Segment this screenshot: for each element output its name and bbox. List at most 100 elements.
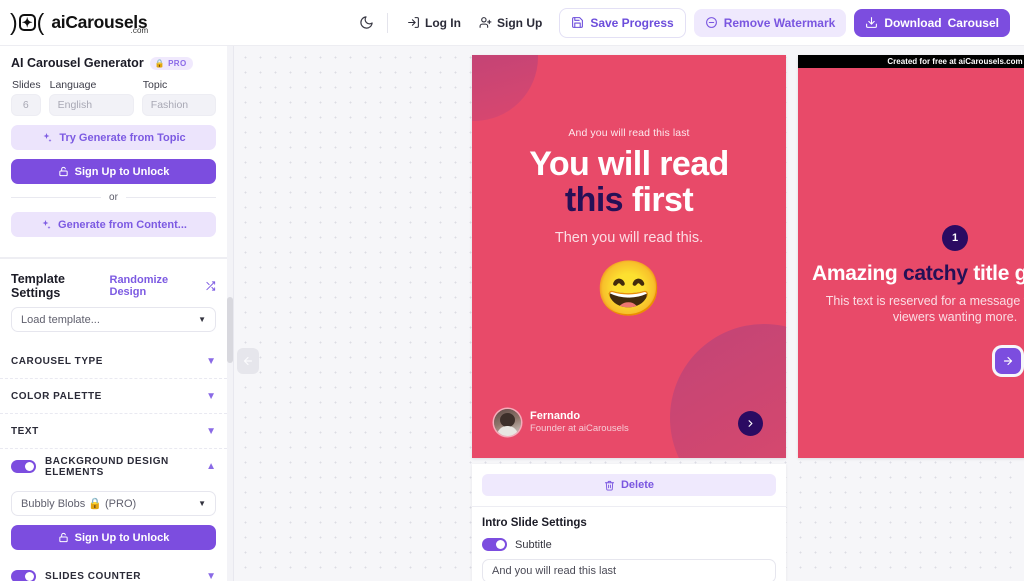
logo-text: aiCarousels .com (51, 12, 149, 35)
carousel-canvas: And you will read this last You will rea… (234, 46, 1024, 581)
background-blob-top-left (472, 55, 538, 121)
slide-settings-panel: Delete Intro Slide Settings Subtitle And… (472, 464, 786, 581)
logo-square-icon: ✦ (18, 14, 36, 31)
unlock-icon (58, 166, 68, 177)
intro-slide-settings-title: Intro Slide Settings (482, 517, 587, 529)
slide-content-1[interactable]: Created for free at aiCarousels.com 1 Am… (798, 55, 1024, 458)
chevron-down-icon: ▼ (206, 425, 216, 437)
top-bar-actions: Log In Sign Up Save Progress Remove Wate… (353, 7, 1010, 38)
section-label: SLIDES COUNTER (45, 570, 142, 581)
slides-input[interactable]: 6 (11, 94, 41, 116)
slide-intro-title-rest: first (631, 181, 694, 220)
sidebar-section-color-palette[interactable]: COLOR PALETTE ▼ (0, 379, 227, 414)
sidebar-scrollbar[interactable] (227, 46, 233, 581)
subtitle-toggle-row[interactable]: Subtitle (482, 538, 776, 551)
try-generate-label: Try Generate from Topic (59, 131, 186, 144)
previous-slide-button[interactable] (237, 348, 259, 374)
sidebar-section-divider (0, 247, 227, 259)
slide-intro-subtitle-top: And you will read this last (568, 127, 690, 139)
moon-icon (360, 16, 374, 29)
sidebar-section-slides-counter[interactable]: SLIDES COUNTER ▼ (0, 559, 227, 581)
slide-number-badge: 1 (942, 225, 968, 251)
slide-intro-title-line1: You will read (529, 145, 729, 183)
sparkles-icon (42, 219, 51, 229)
signup-unlock-label: Sign Up to Unlock (74, 165, 170, 178)
next-slide-button[interactable] (995, 348, 1021, 374)
chevron-down-icon: ▼ (198, 315, 206, 324)
logo-right-paren-icon: ( (36, 9, 45, 35)
sidebar-scrollbar-thumb[interactable] (227, 297, 233, 364)
download-label: Download (884, 15, 942, 30)
background-style-select[interactable]: Bubbly Blobs 🔒 (PRO) ▼ (11, 491, 216, 516)
language-field: Language English (48, 79, 134, 116)
subtitle-input[interactable]: And you will read this last (482, 559, 776, 581)
slide-content-title-end: title goes here (973, 262, 1024, 285)
generator-fields: Slides 6 Language English Topic Fashion (11, 79, 216, 116)
slide-next-circle-button[interactable] (738, 411, 763, 436)
theme-toggle-button[interactable] (353, 9, 381, 37)
sidebar-section-background-design-elements[interactable]: BACKGROUND DESIGN ELEMENTS ▲ (0, 449, 227, 484)
or-line-left (11, 197, 102, 198)
slide-intro-title: You will read this first (490, 146, 768, 219)
generate-from-content-label: Generate from Content... (58, 218, 187, 231)
section-label: CAROUSEL TYPE (11, 355, 103, 367)
ai-generator-panel: AI Carousel Generator 🔒 PRO Slides 6 Lan… (0, 46, 227, 237)
sidebar-section-text[interactable]: TEXT ▼ (0, 414, 227, 449)
user-plus-icon (479, 17, 492, 28)
remove-watermark-button[interactable]: Remove Watermark (693, 8, 847, 37)
generate-from-content-button[interactable]: Generate from Content... (11, 212, 216, 237)
chevron-up-icon: ▲ (206, 461, 216, 472)
slide-content-text: This text is reserved for a message that… (825, 293, 1024, 325)
chevron-right-icon (748, 420, 753, 427)
randomize-design-button[interactable]: Randomize Design (110, 274, 217, 298)
signup-unlock-button-generator[interactable]: Sign Up to Unlock (11, 159, 216, 184)
trash-icon (604, 480, 615, 491)
signup-button[interactable]: Sign Up (470, 10, 551, 36)
slides-field: Slides 6 (11, 79, 41, 116)
login-label: Log In (424, 15, 461, 30)
app-logo[interactable]: ) ✦ ( aiCarousels .com (10, 9, 149, 36)
lock-icon: 🔒 (154, 58, 166, 68)
topic-label: Topic (142, 79, 168, 91)
delete-label: Delete (620, 479, 655, 491)
save-icon (572, 17, 584, 28)
slide-content-body: 1 Amazing catchy title goes here This te… (798, 225, 1024, 326)
sidebar-section-carousel-type[interactable]: CAROUSEL TYPE ▼ (0, 344, 227, 379)
background-design-toggle[interactable] (11, 460, 36, 473)
top-bar: ) ✦ ( aiCarousels .com Log In Sign Up Sa… (0, 0, 1024, 46)
section-label: COLOR PALETTE (11, 390, 102, 402)
signup-unlock-button-background[interactable]: Sign Up to Unlock (11, 525, 216, 550)
login-button[interactable]: Log In (398, 10, 470, 36)
delete-slide-button[interactable]: Delete (482, 474, 776, 496)
body-row: AI Carousel Generator 🔒 PRO Slides 6 Lan… (0, 46, 1024, 581)
slide-content-title-highlight: catchy (902, 262, 968, 285)
topic-input[interactable]: Fashion (141, 94, 216, 116)
pro-badge-label: PRO (168, 58, 187, 68)
subtitle-toggle-label: Subtitle (515, 538, 552, 551)
download-carousel-button[interactable]: Download Carousel (854, 8, 1010, 37)
language-input[interactable]: English (48, 94, 134, 116)
slide-intro-title-highlight: this (564, 181, 624, 220)
slide-content-title: Amazing catchy title goes here (812, 262, 1024, 286)
slide-author: Fernando Founder at aiCarousels (494, 409, 629, 436)
unlock-icon (58, 532, 68, 543)
try-generate-from-topic-button[interactable]: Try Generate from Topic (11, 125, 216, 150)
slide-intro-emoji: 😄 (595, 258, 663, 319)
watermark-bar: Created for free at aiCarousels.com (798, 55, 1024, 68)
logo-star-icon: ✦ (21, 15, 33, 30)
load-template-select[interactable]: Load template... ▼ (11, 307, 216, 332)
slides-counter-toggle[interactable] (11, 569, 36, 581)
section-label: BACKGROUND DESIGN ELEMENTS (45, 455, 169, 478)
slide-intro[interactable]: And you will read this last You will rea… (472, 55, 786, 458)
slide-intro-title-line2: this first (490, 182, 768, 218)
background-blob-bottom-right (670, 324, 786, 458)
avatar (494, 409, 521, 436)
chevron-down-icon: ▼ (206, 570, 216, 581)
slide-intro-subtitle-bottom: Then you will read this. (554, 229, 704, 246)
topic-field: Topic Fashion (141, 79, 216, 116)
signup-unlock-label: Sign Up to Unlock (74, 531, 170, 544)
slides-label: Slides (12, 79, 41, 91)
subtitle-toggle[interactable] (482, 538, 507, 551)
save-progress-button[interactable]: Save Progress (559, 7, 686, 38)
app-root: ) ✦ ( aiCarousels .com Log In Sign Up Sa… (0, 0, 1024, 581)
